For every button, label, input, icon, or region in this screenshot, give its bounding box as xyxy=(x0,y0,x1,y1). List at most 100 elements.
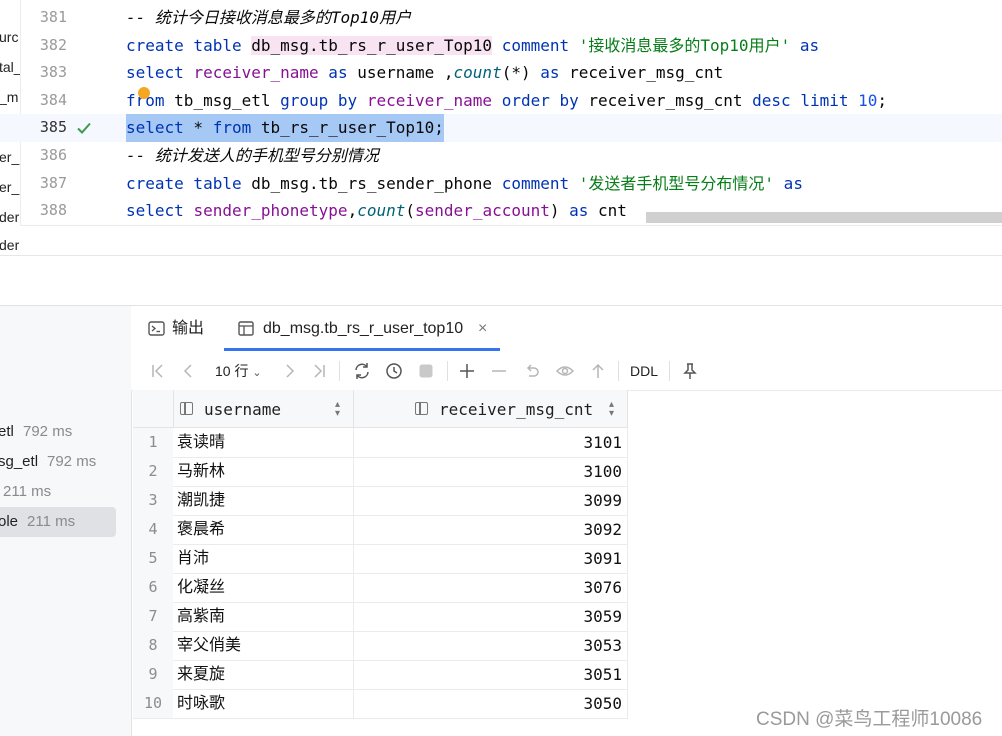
column-ref: sender_account xyxy=(415,201,550,221)
cell-username[interactable]: 高紫南 xyxy=(177,602,225,631)
cell-username[interactable]: 来夏旋 xyxy=(177,660,225,689)
code-line[interactable]: 386 -- 统计发送人的手机型号分别情况 xyxy=(0,142,1002,170)
cell-count[interactable]: 3059 xyxy=(583,602,622,631)
sort-icon[interactable]: ▴ ▾ xyxy=(335,400,340,419)
cell-count[interactable]: 3100 xyxy=(583,457,622,486)
toolbar-divider xyxy=(669,361,670,381)
refresh-icon[interactable] xyxy=(352,361,372,381)
service-item-selected[interactable]: ole 211 ms xyxy=(0,507,116,537)
cell-username[interactable]: 褒晨希 xyxy=(177,515,225,544)
cell-count[interactable]: 3076 xyxy=(583,573,622,602)
line-number: 381 xyxy=(39,8,67,26)
submit-icon[interactable] xyxy=(588,361,608,381)
cell-username[interactable]: 时咏歌 xyxy=(177,689,225,718)
cell-count[interactable]: 3050 xyxy=(583,689,622,718)
service-time: 211 ms xyxy=(3,483,52,500)
page-size-select[interactable]: 10 行 ⌄ xyxy=(215,361,262,381)
previous-page-icon[interactable] xyxy=(179,361,199,381)
header-divider xyxy=(173,390,174,427)
cell-count[interactable]: 3101 xyxy=(583,428,622,457)
table-row[interactable]: 1 袁读晴 3101 xyxy=(133,428,628,458)
last-page-icon[interactable] xyxy=(309,361,329,381)
tab-output[interactable]: 输出 xyxy=(148,306,228,350)
code-line[interactable]: 384 from tb_msg_etl group by receiver_na… xyxy=(0,87,1002,115)
cell-username[interactable]: 潮凯捷 xyxy=(177,486,225,515)
table-row[interactable]: 4 褒晨希 3092 xyxy=(133,515,628,545)
code-line[interactable]: 383 select receiver_name as username ,co… xyxy=(0,59,1002,87)
identifier: receiver_msg_cnt xyxy=(588,90,753,110)
service-time: 792 ms xyxy=(23,423,73,440)
results-toolbar: 10 行 ⌄ DDL xyxy=(131,351,1002,391)
chevron-down-icon: ⌄ xyxy=(252,367,262,379)
identifier: tb_msg_etl xyxy=(164,90,281,110)
checkmark-icon xyxy=(77,123,91,135)
tab-result-table[interactable]: db_msg.tb_rs_r_user_top10 × xyxy=(224,306,500,352)
cell-count[interactable]: 3092 xyxy=(583,515,622,544)
service-item[interactable]: etl 792 ms xyxy=(0,417,116,447)
table-row[interactable]: 2 马新林 3100 xyxy=(133,457,628,487)
preview-icon[interactable] xyxy=(555,361,575,381)
code-line[interactable]: 381 -- 统计今日接收消息最多的Top10用户 xyxy=(0,4,1002,32)
row-number: 8 xyxy=(133,631,173,660)
table-row[interactable]: 8 宰父俏美 3053 xyxy=(133,631,628,661)
cell-count[interactable]: 3051 xyxy=(583,660,622,689)
table-row[interactable]: 7 高紫南 3059 xyxy=(133,602,628,632)
cell-count[interactable]: 3053 xyxy=(583,631,622,660)
cell-divider xyxy=(627,631,628,660)
cell-username[interactable]: 袁读晴 xyxy=(177,428,225,457)
first-page-icon[interactable] xyxy=(148,361,168,381)
column-header-username[interactable]: username ▴ ▾ xyxy=(180,390,353,427)
code-line-current[interactable]: 385 select * from tb_rs_r_user_Top10; xyxy=(0,114,1002,142)
table-row[interactable]: 3 潮凯捷 3099 xyxy=(133,486,628,516)
services-list: etl 792 ms sg_etl 792 ms 211 ms ole 211 ms xyxy=(0,305,132,736)
sort-icon[interactable]: ▴ ▾ xyxy=(609,400,614,419)
identifier: tb_rs_r_user_Top10; xyxy=(251,118,444,138)
table-row[interactable]: 10 时咏歌 3050 xyxy=(133,689,628,719)
row-number: 2 xyxy=(133,457,173,486)
horizontal-scrollbar[interactable] xyxy=(646,212,1002,223)
cell-divider xyxy=(627,428,628,457)
identifier: db_msg.tb_rs_r_user_Top10 xyxy=(251,35,493,55)
intention-bulb-icon[interactable] xyxy=(138,87,150,99)
history-icon[interactable] xyxy=(384,361,404,381)
cell-divider xyxy=(353,602,354,631)
table-row[interactable]: 5 肖沛 3091 xyxy=(133,544,628,574)
close-tab-icon[interactable]: × xyxy=(478,306,487,352)
service-name: sg_etl xyxy=(0,453,39,470)
revert-icon[interactable] xyxy=(522,361,542,381)
page-size-value: 10 行 xyxy=(215,363,249,379)
keyword: from xyxy=(212,118,252,138)
service-item[interactable]: 211 ms xyxy=(0,477,116,507)
line-number: 382 xyxy=(39,35,67,54)
table-row[interactable]: 9 来夏旋 3051 xyxy=(133,660,628,690)
cell-count[interactable]: 3091 xyxy=(583,544,622,573)
code-line[interactable]: 382 create table db_msg.tb_rs_r_user_Top… xyxy=(0,32,1002,60)
next-page-icon[interactable] xyxy=(279,361,299,381)
table-row[interactable]: 6 化凝丝 3076 xyxy=(133,573,628,603)
code-line[interactable]: 387 create table db_msg.tb_rs_sender_pho… xyxy=(0,170,1002,198)
pin-icon[interactable] xyxy=(680,361,700,381)
keyword: as xyxy=(790,35,820,55)
grid-header: username ▴ ▾ receiver_msg_cnt ▴ ▾ xyxy=(133,390,628,428)
table-icon xyxy=(238,321,254,336)
cell-username[interactable]: 宰父俏美 xyxy=(177,631,241,660)
column-icon xyxy=(180,402,193,415)
sql-editor[interactable]: urc tal_ _m cnt er_ er_ der der 381 -- 统… xyxy=(0,0,1002,255)
code-text: create table db_msg.tb_rs_r_user_Top10 c… xyxy=(126,32,819,60)
cell-username[interactable]: 肖沛 xyxy=(177,544,209,573)
column-header-receiver-msg-cnt[interactable]: receiver_msg_cnt ▴ ▾ xyxy=(415,390,625,427)
tree-fragment[interactable]: der xyxy=(0,237,19,253)
ddl-button[interactable]: DDL xyxy=(630,361,658,381)
cell-count[interactable]: 3099 xyxy=(583,486,622,515)
service-item[interactable]: sg_etl 792 ms xyxy=(0,447,116,477)
delete-row-icon[interactable] xyxy=(489,361,509,381)
code-comment: -- 统计今日接收消息最多的Top10用户 xyxy=(126,8,412,27)
cell-username[interactable]: 化凝丝 xyxy=(177,573,225,602)
cell-divider xyxy=(353,660,354,689)
cell-username[interactable]: 马新林 xyxy=(177,457,225,486)
cell-divider xyxy=(627,573,628,602)
keyword: group by xyxy=(280,90,367,110)
add-row-icon[interactable] xyxy=(457,361,477,381)
keyword: as xyxy=(318,63,358,83)
stop-icon[interactable] xyxy=(416,361,436,381)
